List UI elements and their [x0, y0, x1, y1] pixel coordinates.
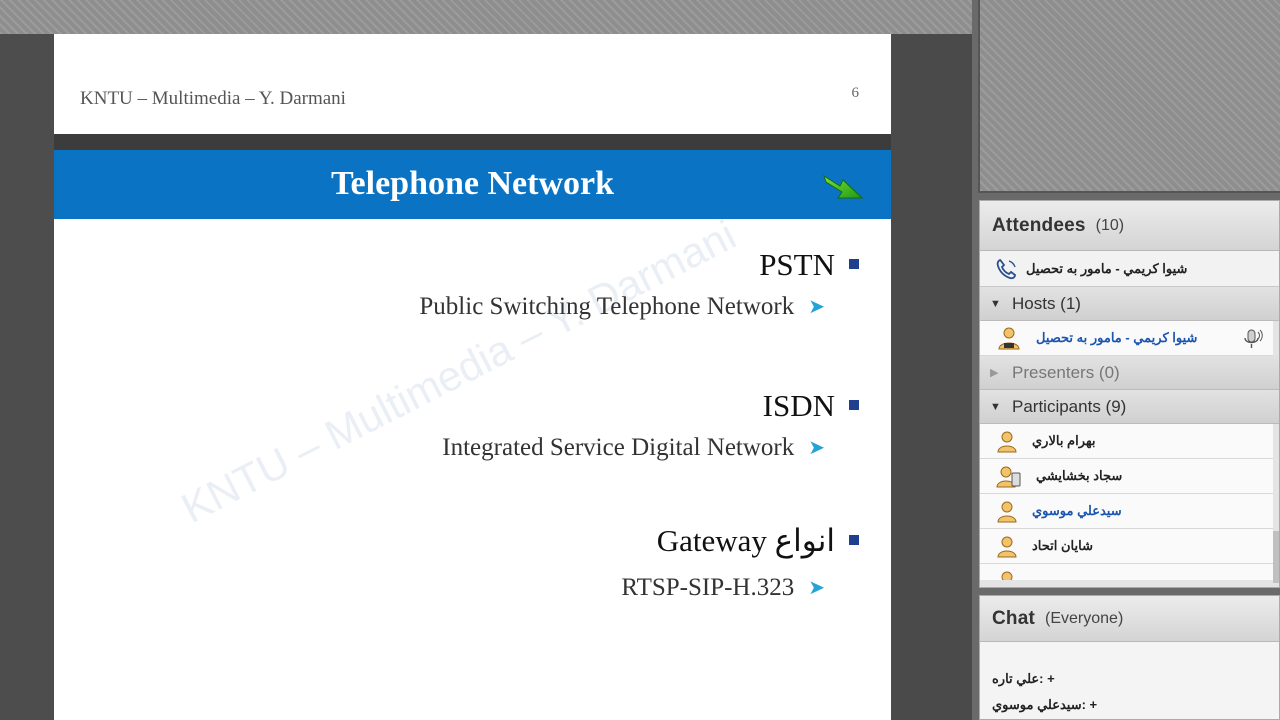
slide-previous-footer: KNTU – Multimedia – Y. Darmani 6	[54, 34, 891, 134]
current-user-row[interactable]: شيوا كريمي - مامور به تحصيل	[980, 251, 1279, 287]
arrow-bullet-icon: ➤	[808, 576, 825, 599]
sub-bullet-pstn: Public Switching Telephone Network ➤	[419, 293, 825, 321]
phone-icon[interactable]	[994, 257, 1018, 281]
user-phone-icon	[996, 466, 1021, 488]
collapsed-triangle-icon[interactable]: ▶	[990, 366, 1004, 379]
chat-title: Chat	[992, 607, 1036, 629]
sub-bullet-text: Public Switching Telephone Network	[419, 293, 795, 320]
user-icon	[1001, 571, 1013, 580]
bullet-main-text: انواع Gateway	[656, 523, 835, 558]
group-presenters-label: Presenters (0)	[1012, 362, 1120, 382]
participant-row[interactable]: بهرام بالاري	[980, 424, 1273, 459]
stage-right-margin	[891, 34, 972, 720]
participant-name: بهرام بالاري	[1032, 433, 1096, 448]
attendees-pod: Attendees (10) شيوا كريمي - مامور به تحص…	[979, 200, 1280, 588]
participant-name: شايان اتحاد	[1032, 538, 1093, 553]
user-icon	[997, 431, 1017, 453]
participant-row[interactable]: سجاد بخشايشي	[980, 459, 1273, 494]
bullet-isdn: ISDN	[763, 388, 859, 424]
participant-name: سجاد بخشايشي	[1036, 468, 1123, 483]
slide-title-bar: Telephone Network	[54, 150, 891, 219]
chat-scope[interactable]: (Everyone)	[1045, 610, 1123, 628]
attendees-scrollbar[interactable]	[1273, 531, 1279, 583]
slide-page-number: 6	[851, 85, 860, 101]
chat-message: + :سيدعلي موسوي	[992, 697, 1098, 712]
square-bullet-icon	[849, 399, 859, 410]
arrow-bullet-icon: ➤	[808, 436, 825, 459]
slide-content: KNTU – Multimedia – Y. Darmani Telephone…	[54, 150, 891, 720]
participant-row-partial[interactable]	[980, 564, 1273, 580]
expand-triangle-icon[interactable]: ▼	[990, 401, 1004, 413]
sub-bullet-isdn: Integrated Service Digital Network ➤	[442, 434, 825, 462]
expand-triangle-icon[interactable]: ▼	[990, 298, 1004, 310]
bullet-main-text: PSTN	[759, 247, 835, 282]
slide-title: Telephone Network	[330, 165, 615, 202]
sub-bullet-text: Integrated Service Digital Network	[442, 434, 795, 461]
square-bullet-icon	[849, 258, 859, 269]
square-bullet-icon	[849, 534, 859, 545]
arrow-bullet-icon: ➤	[808, 295, 825, 318]
bullet-pstn: PSTN	[759, 247, 859, 283]
slide-watermark: KNTU – Multimedia – Y. Darmani	[174, 210, 744, 532]
group-presenters[interactable]: ▶ Presenters (0)	[980, 356, 1279, 390]
group-hosts[interactable]: ▼ Hosts (1)	[980, 287, 1279, 321]
chat-message: + :علي تاره	[992, 671, 1055, 686]
host-user-name: شيوا كريمي - مامور به تحصيل	[1036, 330, 1198, 345]
sub-bullet-gateway: RTSP-SIP-H.323 ➤	[621, 574, 825, 602]
chat-pod: Chat (Everyone) + :علي تاره + :سيدعلي مو…	[979, 595, 1280, 720]
bullet-main-text: ISDN	[762, 388, 835, 423]
participant-row[interactable]: شايان اتحاد	[980, 529, 1273, 564]
attendees-title: Attendees	[992, 214, 1086, 236]
stage-left-margin	[0, 34, 54, 720]
group-participants[interactable]: ▼ Participants (9)	[980, 390, 1279, 424]
sub-bullet-text: RTSP-SIP-H.323	[621, 574, 795, 601]
host-row[interactable]: شيوا كريمي - مامور به تحصيل	[980, 321, 1273, 356]
attendees-header: Attendees (10)	[980, 201, 1279, 251]
participant-list[interactable]: بهرام بالاري سجاد بخشايشي سيدعلي موسوي ش…	[980, 424, 1279, 580]
slide-footer-text: KNTU – Multimedia – Y. Darmani	[80, 88, 346, 109]
chat-header: Chat (Everyone)	[980, 596, 1279, 642]
bullet-gateway: انواع Gateway	[657, 523, 859, 559]
current-user-name: شيوا كريمي - مامور به تحصيل	[1026, 260, 1188, 276]
next-arrow-icon[interactable]	[820, 168, 866, 204]
host-user-icon	[998, 327, 1020, 350]
user-icon	[997, 536, 1017, 558]
attendees-count: (10)	[1095, 216, 1125, 234]
microphone-icon[interactable]	[1241, 327, 1263, 351]
participant-row[interactable]: سيدعلي موسوي	[980, 494, 1273, 529]
group-hosts-label: Hosts (1)	[1012, 293, 1081, 313]
user-icon	[997, 501, 1017, 523]
participant-name: سيدعلي موسوي	[1032, 503, 1122, 518]
right-panel: Attendees (10) شيوا كريمي - مامور به تحص…	[972, 0, 1280, 720]
slide-separator	[54, 134, 891, 150]
share-pod: KNTU – Multimedia – Y. Darmani 6 KNTU – …	[0, 0, 972, 720]
video-pod	[978, 0, 1280, 193]
chat-messages: + :علي تاره + :سيدعلي موسوي	[980, 642, 1279, 718]
stage-top-background	[0, 0, 972, 34]
group-participants-label: Participants (9)	[1012, 396, 1127, 416]
